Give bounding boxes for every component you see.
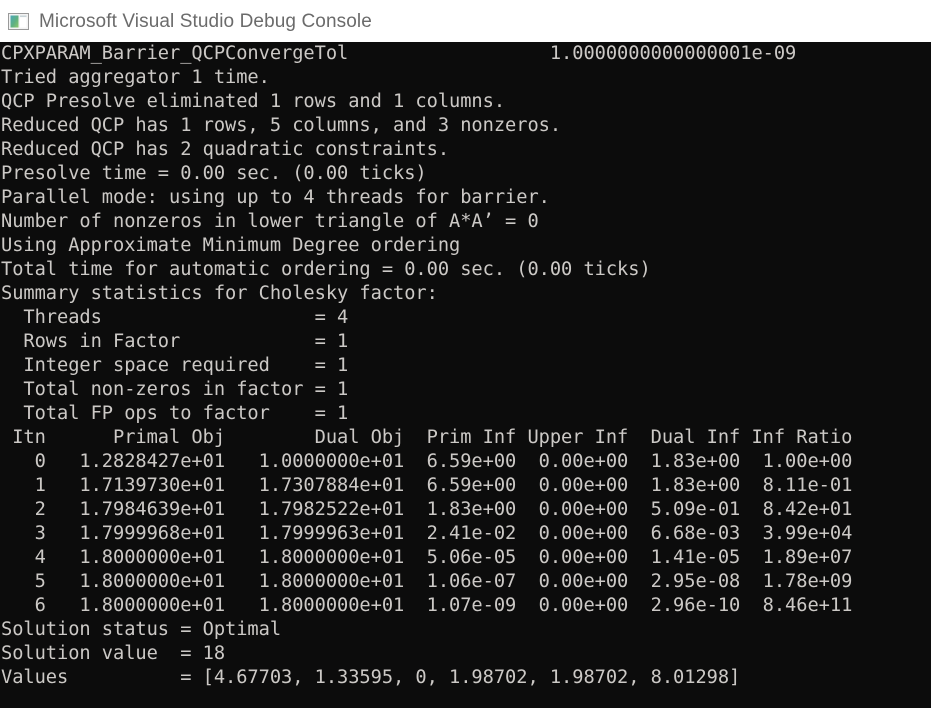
console-line: 5 1.8000000e+01 1.8000000e+01 1.06e-07 0… [1,571,853,592]
console-line: Tried aggregator 1 time. [1,67,270,88]
console-line: QCP Presolve eliminated 1 rows and 1 col… [1,91,506,112]
console-line: Number of nonzeros in lower triangle of … [1,211,539,232]
window-titlebar: Microsoft Visual Studio Debug Console [0,0,931,42]
console-line: Summary statistics for Cholesky factor: [1,283,438,304]
console-text: CPXPARAM_Barrier_QCPConvergeTol 1.000000… [0,42,931,690]
console-line: Reduced QCP has 1 rows, 5 columns, and 3… [1,115,562,136]
console-line: Presolve time = 0.00 sec. (0.00 ticks) [1,163,427,184]
console-line: Solution status = Optimal [1,619,282,640]
console-line: 4 1.8000000e+01 1.8000000e+01 5.06e-05 0… [1,547,853,568]
console-output-area[interactable]: CPXPARAM_Barrier_QCPConvergeTol 1.000000… [0,42,931,708]
console-line: Rows in Factor = 1 [1,331,349,352]
console-line: Values = [4.67703, 1.33595, 0, 1.98702, … [1,667,741,688]
console-line: Total FP ops to factor = 1 [1,403,349,424]
window-title: Microsoft Visual Studio Debug Console [39,10,372,32]
console-line: 6 1.8000000e+01 1.8000000e+01 1.07e-09 0… [1,595,853,616]
console-line: 2 1.7984639e+01 1.7982522e+01 1.83e+00 0… [1,499,853,520]
console-line: Parallel mode: using up to 4 threads for… [1,187,550,208]
console-line: Using Approximate Minimum Degree orderin… [1,235,461,256]
console-line: Total time for automatic ordering = 0.00… [1,259,651,280]
console-line: Threads = 4 [1,307,349,328]
debug-console-window: Microsoft Visual Studio Debug Console CP… [0,0,931,708]
console-line: CPXPARAM_Barrier_QCPConvergeTol 1.000000… [1,43,797,64]
console-line: Total non-zeros in factor = 1 [1,379,349,400]
console-line: Integer space required = 1 [1,355,349,376]
console-line: 0 1.2828427e+01 1.0000000e+01 6.59e+00 0… [1,451,853,472]
console-line: 1 1.7139730e+01 1.7307884e+01 6.59e+00 0… [1,475,853,496]
console-line: Reduced QCP has 2 quadratic constraints. [1,139,450,160]
visual-studio-console-icon [8,11,29,32]
console-line: 3 1.7999968e+01 1.7999963e+01 2.41e-02 0… [1,523,853,544]
console-line: Solution value = 18 [1,643,226,664]
console-line: Itn Primal Obj Dual Obj Prim Inf Upper I… [1,427,853,448]
